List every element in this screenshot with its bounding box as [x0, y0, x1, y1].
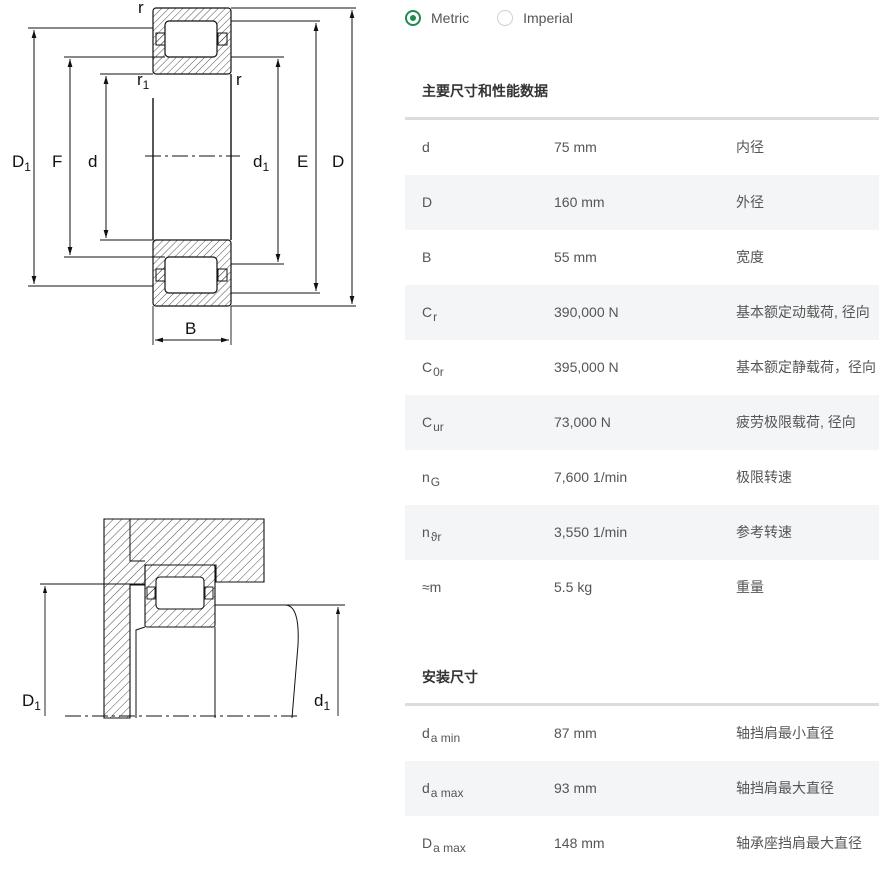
row-value: 7,600 1/min [554, 469, 628, 485]
row-description: 基本额定动载荷, 径向 [736, 304, 870, 320]
label-B: B [185, 319, 196, 338]
row-symbol: Cr [422, 285, 437, 340]
imperial-radio[interactable]: Imperial [497, 10, 573, 26]
metric-label: Metric [431, 10, 470, 26]
row-value: 87 mm [554, 725, 597, 741]
table-row: ≈m 5.5 kg 重量 [405, 560, 879, 615]
row-value: 3,550 1/min [554, 524, 628, 540]
symbol-text: d [422, 780, 430, 796]
label-d1: d1 [314, 691, 330, 713]
label-D1: D1 [22, 691, 41, 713]
symbol-subscript: a max [433, 841, 466, 855]
row-value: 390,000 N [554, 304, 619, 320]
table-row: nG 7,600 1/min 极限转速 [405, 450, 879, 505]
bearing-outer-ring [152, 7, 232, 307]
symbol-subscript: G [430, 475, 441, 489]
symbol-text: d [422, 139, 430, 155]
row-value: 5.5 kg [554, 579, 593, 595]
row-description: 重量 [736, 579, 764, 595]
symbol-subscript: r [433, 310, 438, 324]
table-row: Cur 73,000 N 疲劳极限载荷, 径向 [405, 395, 879, 450]
label-r-right: r [236, 70, 242, 89]
metric-radio[interactable]: Metric [405, 10, 469, 26]
row-value: 93 mm [554, 780, 597, 796]
table-row: d 75 mm 内径 [405, 120, 879, 175]
symbol-text: n [422, 524, 430, 540]
label-D: D [332, 152, 344, 171]
label-d: d [88, 152, 97, 171]
table-row: C0r 395,000 N 基本额定静载荷，径向 [405, 340, 879, 395]
label-E: E [297, 152, 308, 171]
row-value: 55 mm [554, 249, 597, 265]
dimensions-section-title: 主要尺寸和性能数据 [422, 83, 548, 99]
symbol-text: d [422, 725, 430, 741]
table-row: nϑr 3,550 1/min 参考转速 [405, 505, 879, 560]
symbol-subscript: a max [430, 786, 464, 800]
row-symbol: da min [422, 706, 460, 761]
bearing-section [144, 564, 216, 628]
row-symbol: Cur [422, 395, 444, 450]
symbol-text: D [422, 194, 433, 210]
row-symbol: B [422, 230, 431, 285]
label-D1: D1 [12, 152, 31, 174]
radio-checked-icon [405, 10, 421, 26]
symbol-subscript: ur [433, 420, 444, 434]
row-symbol: C0r [422, 340, 444, 395]
label-d1: d1 [253, 152, 269, 174]
row-value: 75 mm [554, 139, 597, 155]
mounting-table: da min 87 mm 轴挡肩最小直径 da max 93 mm 轴挡肩最大直径 Da m… [405, 706, 879, 871]
row-symbol: da max [422, 761, 463, 816]
table-row: D 160 mm 外径 [405, 175, 879, 230]
label-r1: r1 [137, 70, 150, 92]
dimensions-table: d 75 mm 内径 D 160 mm 外径 B 55 mm 宽度 Cr 390,000 N 基本额定… [405, 120, 879, 615]
table-row: da max 93 mm 轴挡肩最大直径 [405, 761, 879, 816]
row-description: 轴承座挡肩最大直径 [736, 835, 862, 851]
mounting-diagram: D1 d1 [22, 518, 345, 719]
row-description: 宽度 [736, 249, 764, 265]
label-F: F [52, 152, 62, 171]
unit-toggle: Metric Imperial [405, 6, 601, 30]
row-description: 轴挡肩最大直径 [736, 780, 834, 796]
label-r-top: r [138, 0, 144, 17]
radio-unchecked-icon [497, 10, 514, 26]
row-value: 73,000 N [554, 414, 611, 430]
symbol-text: n [422, 469, 430, 485]
mounting-section-title: 安装尺寸 [422, 669, 478, 685]
row-symbol: D [422, 175, 432, 230]
row-description: 参考转速 [736, 524, 792, 540]
table-row: Da max 148 mm 轴承座挡肩最大直径 [405, 816, 879, 871]
imperial-label: Imperial [523, 10, 573, 26]
table-row: Cr 390,000 N 基本额定动载荷, 径向 [405, 285, 879, 340]
row-value: 148 mm [554, 835, 605, 851]
row-symbol: d [422, 120, 430, 175]
table-row: B 55 mm 宽度 [405, 230, 879, 285]
row-symbol: Da max [422, 816, 466, 871]
row-description: 极限转速 [736, 469, 792, 485]
symbol-text: ≈m [422, 579, 442, 595]
symbol-subscript: 0r [433, 365, 444, 379]
symbol-text: B [422, 249, 432, 265]
symbol-subscript: a min [430, 731, 461, 745]
row-description: 疲劳极限载荷, 径向 [736, 414, 856, 430]
row-description: 基本额定静载荷，径向 [736, 359, 876, 375]
row-value: 160 mm [554, 194, 605, 210]
row-symbol: nϑr [422, 505, 441, 560]
row-description: 内径 [736, 139, 764, 155]
symbol-text: C [422, 414, 433, 430]
symbol-text: C [422, 359, 433, 375]
symbol-subscript: ϑr [430, 530, 442, 544]
table-row: da min 87 mm 轴挡肩最小直径 [405, 706, 879, 761]
symbol-text: C [422, 304, 433, 320]
row-description: 轴挡肩最小直径 [736, 725, 834, 741]
row-value: 395,000 N [554, 359, 619, 375]
row-symbol: ≈m [422, 560, 441, 615]
row-symbol: nG [422, 450, 440, 505]
bearing-inner-ring [145, 74, 240, 240]
symbol-text: D [422, 835, 433, 851]
bearing-cross-section-diagram: D1 F d d1 E D B r r1 r [12, 0, 356, 345]
row-description: 外径 [736, 194, 764, 210]
